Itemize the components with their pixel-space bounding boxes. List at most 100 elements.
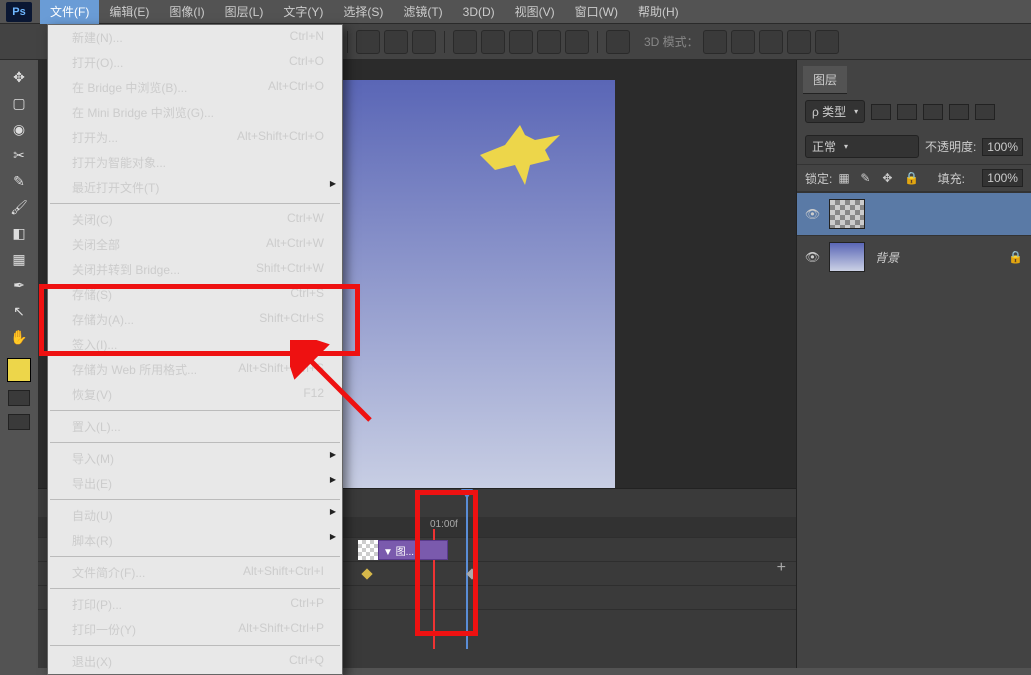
- menu-item[interactable]: 打开为...Alt+Shift+Ctrl+O: [48, 125, 342, 150]
- add-track-button[interactable]: +: [777, 559, 786, 577]
- foreground-color[interactable]: [7, 358, 31, 382]
- menu-item[interactable]: 存储为(A)...Shift+Ctrl+S: [48, 307, 342, 332]
- opacity-value[interactable]: 100%: [982, 138, 1023, 156]
- file-menu-dropdown: 新建(N)...Ctrl+N打开(O)...Ctrl+O在 Bridge 中浏览…: [47, 24, 343, 675]
- clip-thumbnail: [358, 540, 378, 560]
- option-icon[interactable]: [759, 30, 783, 54]
- brush-tool[interactable]: 🖌: [6, 196, 32, 218]
- option-icon[interactable]: [606, 30, 630, 54]
- app-logo: Ps: [6, 2, 32, 22]
- menu-layer[interactable]: 图层(L): [215, 0, 274, 24]
- menu-item[interactable]: 关闭并转到 Bridge...Shift+Ctrl+W: [48, 257, 342, 282]
- option-icon[interactable]: [731, 30, 755, 54]
- menu-item[interactable]: 导入(M): [48, 446, 342, 471]
- lock-position-icon[interactable]: ✥: [882, 171, 898, 185]
- option-icon[interactable]: [384, 30, 408, 54]
- layers-tab[interactable]: 图层: [803, 66, 847, 94]
- layer-name[interactable]: 背景: [875, 249, 899, 266]
- menu-item[interactable]: 关闭全部Alt+Ctrl+W: [48, 232, 342, 257]
- lock-label: 锁定:: [805, 170, 832, 187]
- menu-edit[interactable]: 编辑(E): [99, 0, 159, 24]
- menu-item[interactable]: 打印一份(Y)Alt+Shift+Ctrl+P: [48, 617, 342, 642]
- blend-mode-select[interactable]: 正常: [805, 135, 919, 158]
- right-panels: 图层 ρ 类型 正常 不透明度: 100% 锁定: ▦ ✎ ✥ 🔒 填充: 10…: [796, 60, 1031, 668]
- lasso-tool[interactable]: ◉: [6, 118, 32, 140]
- lock-icon: 🔒: [1008, 250, 1023, 264]
- menu-item[interactable]: 打印(P)...Ctrl+P: [48, 592, 342, 617]
- timeline-clip[interactable]: ▼ 图...: [378, 540, 448, 560]
- visibility-toggle[interactable]: 👁: [805, 207, 819, 221]
- layer-filter-kind[interactable]: ρ 类型: [805, 100, 865, 123]
- keyframe[interactable]: [466, 568, 477, 579]
- menu-item[interactable]: 存储为 Web 所用格式...Alt+Shift+Ctrl+S: [48, 357, 342, 382]
- mode-3d-label: 3D 模式：: [644, 33, 699, 50]
- move-tool[interactable]: ✥: [6, 66, 32, 88]
- crop-tool[interactable]: ✂: [6, 144, 32, 166]
- path-tool[interactable]: ↖: [6, 300, 32, 322]
- layer-row[interactable]: 👁 背景 🔒: [797, 235, 1031, 278]
- menu-item[interactable]: 在 Mini Bridge 中浏览(G)...: [48, 100, 342, 125]
- menu-item: 签入(I)...: [48, 332, 342, 357]
- visibility-toggle[interactable]: 👁: [805, 250, 819, 264]
- option-icon[interactable]: [565, 30, 589, 54]
- menu-item[interactable]: 打开为智能对象...: [48, 150, 342, 175]
- pen-tool[interactable]: ✒: [6, 274, 32, 296]
- hand-tool[interactable]: ✋: [6, 326, 32, 348]
- option-icon[interactable]: [509, 30, 533, 54]
- eraser-tool[interactable]: ◧: [6, 222, 32, 244]
- quickmask-toggle[interactable]: [8, 390, 30, 406]
- tools-panel: ✥ ▢ ◉ ✂ ✎ 🖌 ◧ ▦ ✒ ↖ ✋: [0, 60, 38, 436]
- option-icon[interactable]: [412, 30, 436, 54]
- menu-item[interactable]: 新建(N)...Ctrl+N: [48, 25, 342, 50]
- menu-view[interactable]: 视图(V): [505, 0, 565, 24]
- menu-window[interactable]: 窗口(W): [565, 0, 628, 24]
- menu-file[interactable]: 文件(F): [40, 0, 99, 24]
- lock-paint-icon[interactable]: ✎: [860, 171, 876, 185]
- option-icon[interactable]: [703, 30, 727, 54]
- option-icon[interactable]: [356, 30, 380, 54]
- layer-thumbb+ data-interactable=: [829, 199, 865, 229]
- layer-thumbnail: [829, 242, 865, 272]
- menu-item[interactable]: 自动(U): [48, 503, 342, 528]
- menu-select[interactable]: 选择(S): [333, 0, 393, 24]
- marquee-tool[interactable]: ▢: [6, 92, 32, 114]
- menu-item[interactable]: 存储(S)Ctrl+S: [48, 282, 342, 307]
- menu-image[interactable]: 图像(I): [159, 0, 214, 24]
- menu-item[interactable]: 导出(E): [48, 471, 342, 496]
- screenmode-toggle[interactable]: [8, 414, 30, 430]
- option-icon[interactable]: [537, 30, 561, 54]
- menu-item: 恢复(V)F12: [48, 382, 342, 407]
- filter-icon[interactable]: [949, 104, 969, 120]
- keyframe[interactable]: [361, 568, 372, 579]
- option-icon[interactable]: [787, 30, 811, 54]
- filter-icon[interactable]: [923, 104, 943, 120]
- option-icon[interactable]: [453, 30, 477, 54]
- menu-item[interactable]: 置入(L)...: [48, 414, 342, 439]
- menu-item[interactable]: 最近打开文件(T): [48, 175, 342, 200]
- opacity-label: 不透明度:: [925, 138, 976, 155]
- bird-shape: [475, 120, 565, 190]
- menu-item[interactable]: 关闭(C)Ctrl+W: [48, 207, 342, 232]
- option-icon[interactable]: [481, 30, 505, 54]
- menu-filter[interactable]: 滤镜(T): [393, 0, 452, 24]
- gradient-tool[interactable]: ▦: [6, 248, 32, 270]
- lock-pixels-icon[interactable]: ▦: [838, 171, 854, 185]
- menu-type[interactable]: 文字(Y): [273, 0, 333, 24]
- layer-row[interactable]: 👁: [797, 192, 1031, 235]
- filter-icon[interactable]: [975, 104, 995, 120]
- filter-icon[interactable]: [897, 104, 917, 120]
- fill-value[interactable]: 100%: [982, 169, 1023, 187]
- fill-label: 填充:: [938, 170, 965, 187]
- filter-icon[interactable]: [871, 104, 891, 120]
- menu-item[interactable]: 退出(X)Ctrl+Q: [48, 649, 342, 674]
- menu-item[interactable]: 文件简介(F)...Alt+Shift+Ctrl+I: [48, 560, 342, 585]
- lock-all-icon[interactable]: 🔒: [904, 171, 920, 185]
- menu-help[interactable]: 帮助(H): [628, 0, 689, 24]
- eyedropper-tool[interactable]: ✎: [6, 170, 32, 192]
- menu-item[interactable]: 脚本(R): [48, 528, 342, 553]
- menu-item[interactable]: 打开(O)...Ctrl+O: [48, 50, 342, 75]
- menu-item[interactable]: 在 Bridge 中浏览(B)...Alt+Ctrl+O: [48, 75, 342, 100]
- menubar: 文件(F) 编辑(E) 图像(I) 图层(L) 文字(Y) 选择(S) 滤镜(T…: [0, 0, 1031, 24]
- menu-3d[interactable]: 3D(D): [453, 1, 505, 23]
- option-icon[interactable]: [815, 30, 839, 54]
